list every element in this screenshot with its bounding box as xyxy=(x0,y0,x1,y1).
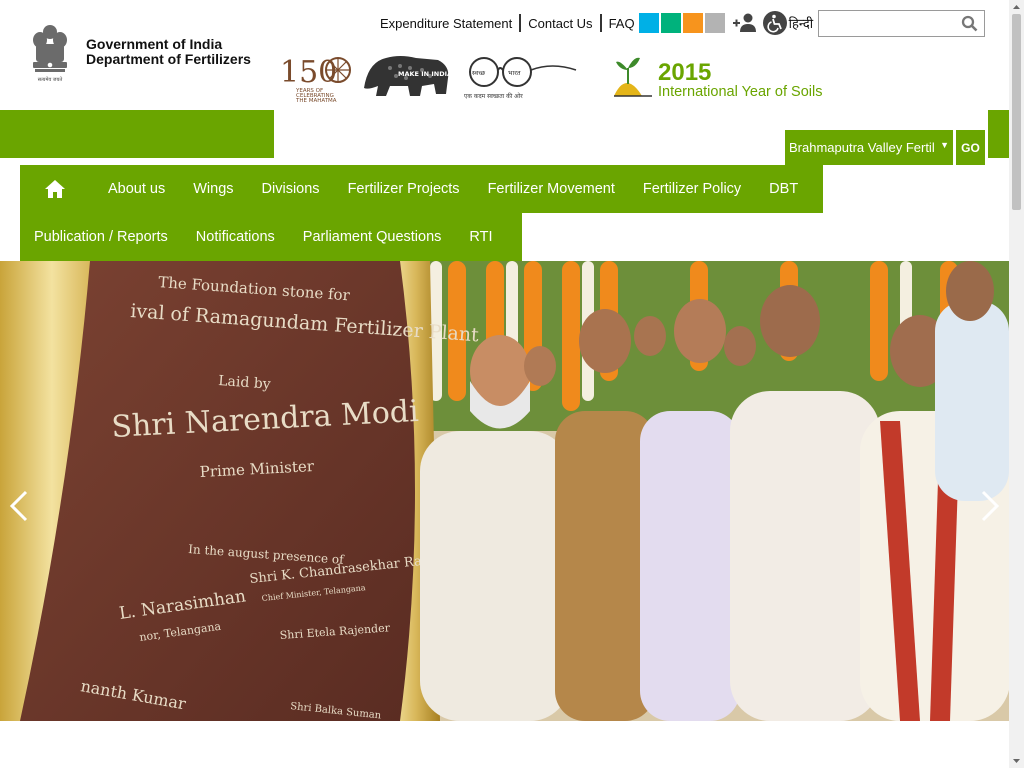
national-emblem-logo[interactable]: सत्यमेव जयते xyxy=(28,20,72,84)
nav-notifications[interactable]: Notifications xyxy=(182,213,289,261)
slider-prev-arrow-icon[interactable] xyxy=(8,490,30,522)
scrollbar-thumb[interactable] xyxy=(1012,14,1021,210)
green-band-left xyxy=(0,110,274,158)
make-in-india-text: MAKE IN INDIA xyxy=(398,70,452,78)
nav-rti[interactable]: RTI xyxy=(455,213,506,261)
go-button[interactable]: GO xyxy=(956,130,985,165)
nav-fertilizer-movement[interactable]: Fertilizer Movement xyxy=(474,165,629,213)
international-year-of-soils-logo[interactable]: 2015 International Year of Soils xyxy=(612,48,832,104)
banner-slider: The Foundation stone for ival of Ramagun… xyxy=(0,261,1009,721)
theme-swatch-grey[interactable] xyxy=(704,13,725,33)
search-box xyxy=(818,10,985,37)
home-icon xyxy=(45,180,65,198)
search-input[interactable] xyxy=(819,11,953,36)
theme-swatch-green[interactable] xyxy=(660,13,681,33)
soils-text: International Year of Soils xyxy=(658,84,822,100)
contact-us-link[interactable]: Contact Us xyxy=(528,16,592,31)
divider xyxy=(599,14,602,32)
nav-about-us[interactable]: About us xyxy=(94,165,179,213)
search-icon[interactable] xyxy=(961,15,978,32)
theme-swatch-orange[interactable] xyxy=(682,13,703,33)
org-line-2: Department of Fertilizers xyxy=(86,51,251,67)
make-in-india-logo[interactable]: MAKE IN INDIA xyxy=(360,48,454,104)
bharat-text: भारत xyxy=(508,69,521,77)
dropdown-caret-icon: ▼ xyxy=(940,140,949,150)
swachh-bharat-logo[interactable]: स्वच्छ भारत एक कदम स्वच्छता की ओर xyxy=(462,48,580,104)
scroll-down-arrow-icon[interactable] xyxy=(1009,754,1024,768)
slider-next-arrow-icon[interactable] xyxy=(979,490,1001,522)
scroll-up-arrow-icon[interactable] xyxy=(1009,0,1024,14)
main-nav-row-2: Publication / Reports Notifications Parl… xyxy=(20,213,522,261)
green-band-right xyxy=(988,110,1009,158)
swachh-tagline: एक कदम स्वच्छता की ओर xyxy=(464,92,523,100)
gandhi-text-3: THE MAHATMA xyxy=(295,98,337,104)
banner-image: The Foundation stone for ival of Ramagun… xyxy=(0,261,1009,721)
nav-parliament-questions[interactable]: Parliament Questions xyxy=(289,213,456,261)
org-title[interactable]: Government of India Department of Fertil… xyxy=(86,37,251,67)
theme-swatch-blue[interactable] xyxy=(638,13,659,33)
gandhi-number: 150 xyxy=(280,55,337,90)
swachh-text: स्वच्छ xyxy=(472,69,486,77)
unit-select-value: Brahmaputra Valley Fertil xyxy=(789,140,935,155)
accessibility-icon[interactable] xyxy=(762,11,787,35)
nav-fertilizer-policy[interactable]: Fertilizer Policy xyxy=(629,165,755,213)
hindi-language-link[interactable]: हिन्दी xyxy=(789,14,814,32)
top-links-bar: Expenditure Statement Contact Us FAQ हिन… xyxy=(380,11,814,35)
unit-select-dropdown[interactable]: Brahmaputra Valley Fertil ▼ xyxy=(785,130,953,165)
expenditure-statement-link[interactable]: Expenditure Statement xyxy=(380,16,512,31)
emblem-caption: सत्यमेव जयते xyxy=(38,76,63,83)
main-nav-row-1: About us Wings Divisions Fertilizer Proj… xyxy=(20,165,823,213)
nav-fertilizer-projects[interactable]: Fertilizer Projects xyxy=(334,165,474,213)
divider xyxy=(519,14,522,32)
nav-home[interactable] xyxy=(20,165,90,213)
page-scrollbar[interactable] xyxy=(1009,0,1024,768)
nav-publication-reports[interactable]: Publication / Reports xyxy=(20,213,182,261)
nav-wings[interactable]: Wings xyxy=(179,165,247,213)
sitemap-users-icon[interactable] xyxy=(731,12,759,34)
nav-dbt[interactable]: DBT xyxy=(755,165,812,213)
faq-link[interactable]: FAQ xyxy=(609,16,635,31)
org-line-1: Government of India xyxy=(86,36,223,52)
gandhi-150-logo[interactable]: 150 YEARS OF CELEBRATING THE MAHATMA xyxy=(278,48,354,104)
soils-year: 2015 xyxy=(658,59,711,86)
nav-divisions[interactable]: Divisions xyxy=(248,165,334,213)
